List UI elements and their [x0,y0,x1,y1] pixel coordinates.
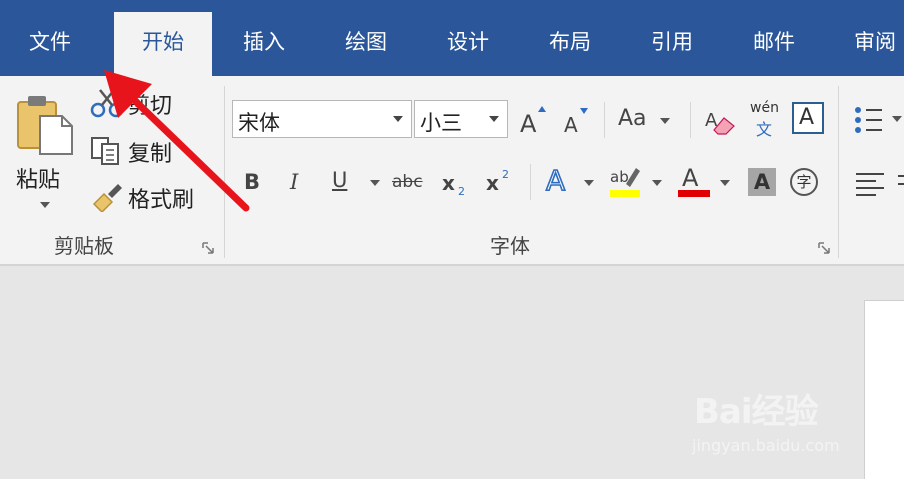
svg-text:A: A [682,164,699,192]
chevron-down-icon[interactable] [652,180,662,186]
italic-icon[interactable]: I [290,170,298,194]
character-shading-icon[interactable]: A [748,168,776,196]
change-case-button[interactable]: Aa [618,104,674,138]
clear-formatting-icon[interactable]: A [704,104,738,136]
watermark-brand: Bai经验 [694,392,819,432]
tab-references[interactable]: 引用 [624,12,720,76]
enclose-character-button[interactable]: 字 [790,168,818,196]
svg-text:x: x [486,171,499,195]
svg-text:A: A [546,164,565,197]
text-effects-icon[interactable]: A [544,162,576,198]
tab-mailings[interactable]: 邮件 [726,12,822,76]
phonetic-guide-button[interactable]: wén 文 [748,98,784,139]
chevron-down-icon[interactable] [370,180,380,186]
svg-text:2: 2 [502,168,509,181]
svg-text:A: A [520,110,537,136]
font-size-value: 小三 [420,111,462,135]
watermark-url: jingyan.baidu.com [692,436,840,455]
phonetic-guide-icon: 文 [756,120,773,139]
chevron-down-icon[interactable] [489,116,499,122]
tab-design[interactable]: 设计 [420,12,516,76]
font-size-combo[interactable]: 小三 [414,100,508,138]
phonetic-guide-pinyin: wén [750,100,779,116]
shrink-font-icon[interactable]: A [562,106,592,136]
change-case-label: Aa [618,106,647,131]
clipboard-group-label: 剪贴板 [54,234,114,258]
font-dialog-launcher-icon[interactable] [818,242,830,254]
svg-text:x: x [442,171,455,195]
svg-text:A: A [564,113,578,136]
divider [604,102,605,138]
document-page[interactable] [864,300,904,479]
chevron-down-icon [40,202,50,208]
strikethrough-icon[interactable]: abc [392,172,423,192]
character-border-icon: A [799,105,815,130]
superscript-icon[interactable]: x 2 [484,166,518,198]
divider [530,164,531,200]
font-color-icon[interactable]: A [676,162,712,200]
tab-draw[interactable]: 绘图 [318,12,414,76]
tab-review[interactable]: 审阅 [830,12,904,76]
group-divider [838,86,839,258]
chevron-down-icon[interactable] [720,180,730,186]
paste-label: 粘贴 [16,168,61,193]
chevron-down-icon [660,118,670,124]
chevron-down-icon[interactable] [584,180,594,186]
underline-icon[interactable]: U [332,168,347,192]
subscript-icon[interactable]: x 2 [440,166,474,198]
tab-layout[interactable]: 布局 [522,12,618,76]
font-name-combo[interactable]: 宋体 [232,100,412,138]
annotation-arrow-icon [104,70,250,212]
font-group-label: 字体 [490,234,530,258]
bullets-icon[interactable] [852,104,904,136]
clipboard-dialog-launcher-icon[interactable] [202,242,214,254]
paste-button[interactable]: 粘贴 [10,90,76,216]
clipboard-paste-icon [17,96,73,155]
svg-text:2: 2 [458,185,465,198]
tab-file[interactable]: 文件 [0,12,100,76]
svg-text:ab: ab [610,168,629,186]
grow-font-icon[interactable]: A [518,104,548,136]
highlight-icon[interactable]: ab [608,162,642,200]
chevron-down-icon[interactable] [393,116,403,122]
divider [690,102,691,138]
character-border-button[interactable]: A [792,102,824,134]
align-left-icon[interactable] [854,170,904,196]
enclose-character-icon: 字 [796,173,812,191]
